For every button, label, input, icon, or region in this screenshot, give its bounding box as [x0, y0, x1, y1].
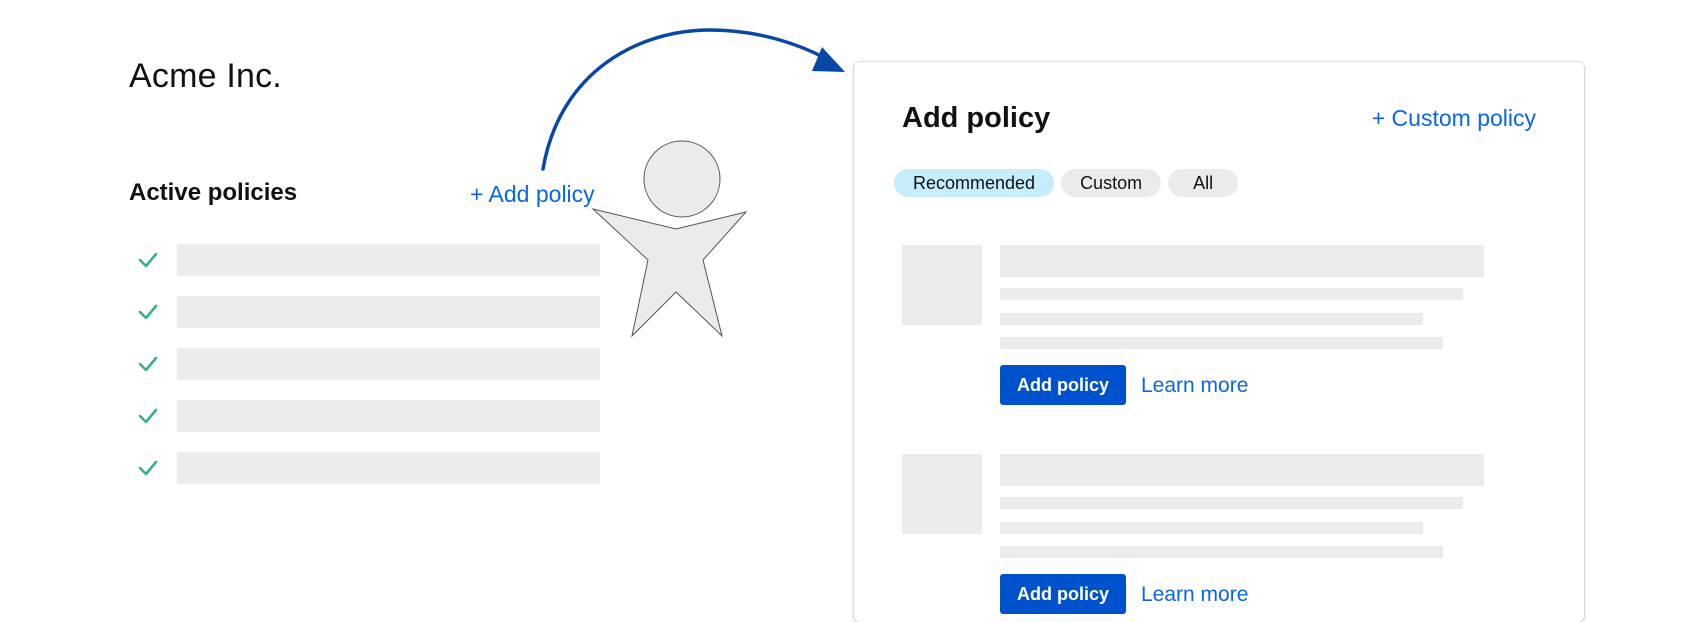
policy-description-placeholder — [1000, 497, 1463, 509]
policy-title-placeholder — [1000, 245, 1484, 277]
person-body — [591, 208, 748, 338]
filter-chip-custom[interactable]: Custom — [1061, 169, 1162, 197]
policy-description-placeholder — [1000, 288, 1463, 300]
custom-policy-link[interactable]: + Custom policy — [1372, 105, 1536, 132]
add-policy-button[interactable]: Add policy — [1000, 574, 1127, 614]
add-policy-button[interactable]: Add policy — [1000, 365, 1127, 405]
policy-card: Add policy Learn more — [902, 245, 1502, 425]
filter-chips: Recommended Custom All — [894, 169, 1239, 197]
filter-chip-all[interactable]: All — [1168, 169, 1239, 197]
person-head — [643, 140, 721, 218]
policy-description-placeholder — [1000, 522, 1423, 534]
add-policy-panel: Add policy + Custom policy Recommended C… — [854, 62, 1584, 622]
filter-chip-recommended[interactable]: Recommended — [894, 169, 1055, 197]
policy-title-placeholder — [1000, 454, 1484, 486]
panel-title: Add policy — [902, 102, 1051, 134]
policy-description-placeholder — [1000, 313, 1423, 325]
arrowhead-icon — [812, 47, 845, 72]
policy-thumbnail — [902, 245, 982, 325]
person-figure — [591, 140, 748, 338]
policy-card: Add policy Learn more — [902, 454, 1502, 622]
policy-description-placeholder — [1000, 546, 1443, 558]
policy-description-placeholder — [1000, 337, 1443, 349]
learn-more-link[interactable]: Learn more — [1141, 583, 1248, 607]
learn-more-link[interactable]: Learn more — [1141, 374, 1248, 398]
policy-thumbnail — [902, 454, 982, 534]
